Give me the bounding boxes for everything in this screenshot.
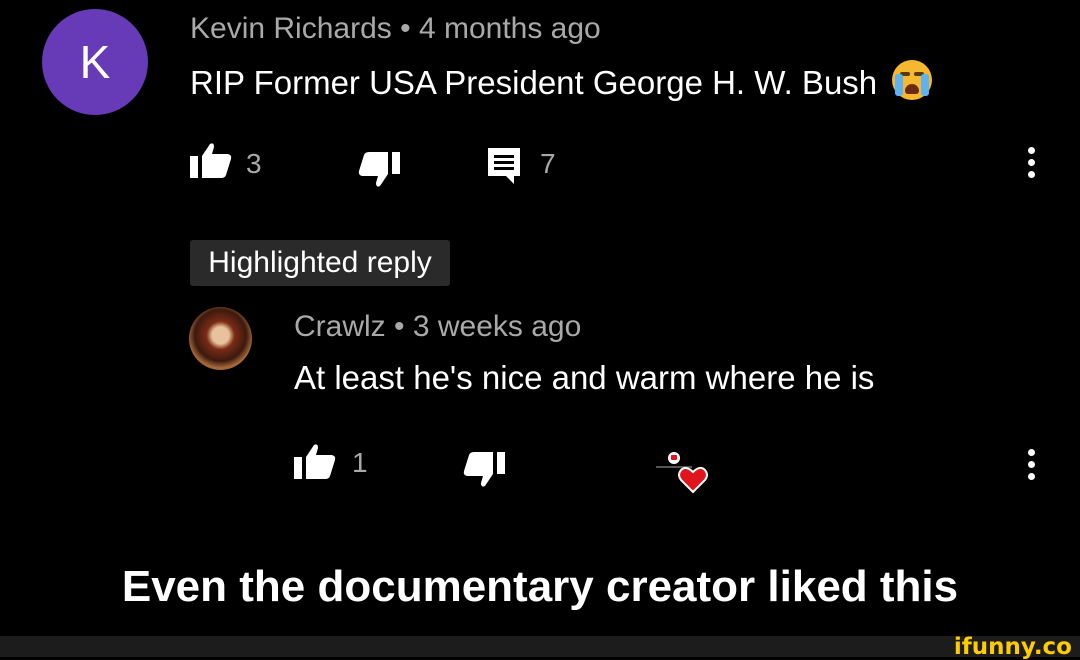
comment-text-line: RIP Former USA President George H. W. Bu…	[190, 60, 933, 102]
highlighted-reply-badge: Highlighted reply	[190, 240, 450, 286]
thumbs-up-icon[interactable]	[190, 142, 232, 178]
crying-face-icon	[892, 60, 933, 100]
more-options-icon[interactable]	[1028, 449, 1035, 485]
reply-text: At least he's nice and warm where he is	[294, 359, 875, 396]
caption: Even the documentary creator liked this	[121, 562, 959, 611]
creator-avatar-icon	[668, 452, 680, 464]
meta-separator: •	[394, 310, 413, 343]
reply-count: 7	[540, 148, 556, 179]
thumbs-up-icon[interactable]	[294, 443, 336, 479]
reply-like-count: 1	[352, 447, 368, 478]
reply-icon[interactable]	[486, 146, 522, 186]
creator-heart[interactable]	[656, 452, 708, 496]
thumbs-down-icon[interactable]	[463, 452, 505, 488]
reply-meta: Crawlz • 3 weeks ago	[294, 310, 581, 344]
avatar-letter: K	[79, 36, 111, 88]
meta-separator: •	[400, 12, 419, 45]
comment-time: 4 months ago	[418, 12, 601, 45]
comment-text: RIP Former USA President George H. W. Bu…	[190, 64, 878, 101]
like-count: 3	[246, 148, 262, 179]
more-options-icon[interactable]	[1028, 147, 1035, 183]
reply-time: 3 weeks ago	[412, 310, 582, 343]
avatar[interactable]: K	[42, 9, 148, 115]
reply-avatar[interactable]	[189, 307, 252, 370]
thumbs-down-icon[interactable]	[358, 152, 400, 188]
heart-icon	[678, 466, 708, 494]
ifunny-watermark: ifunny.co	[953, 634, 1072, 660]
footer-bar	[0, 636, 1080, 657]
comment-author[interactable]: Kevin Richards	[190, 12, 392, 45]
reply-author[interactable]: Crawlz	[294, 310, 386, 343]
comment-meta: Kevin Richards • 4 months ago	[190, 12, 601, 46]
